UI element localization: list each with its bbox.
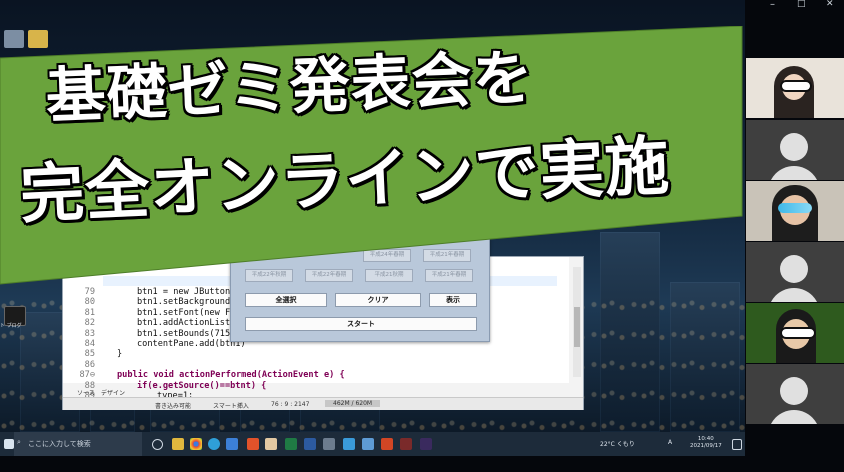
clock-date: 2021/09/17 — [690, 443, 722, 449]
app-icon[interactable] — [265, 438, 277, 450]
participant-tile-1[interactable] — [746, 58, 844, 118]
taskbar-clock[interactable]: 10:40 2021/09/17 — [690, 436, 722, 450]
participant-tile-3[interactable] — [746, 181, 844, 241]
line-number: 83 — [84, 328, 95, 339]
notification-icon[interactable] — [732, 439, 742, 450]
taskbar-search[interactable]: ⌕ ここに入力して検索 — [14, 432, 142, 456]
line-number: 86 — [84, 359, 95, 370]
code-line: public void actionPerformed(ActionEvent … — [117, 370, 345, 381]
select-all-button[interactable]: 全選択 — [245, 293, 327, 307]
sunglasses-icon — [778, 203, 812, 213]
line-number: 79 — [84, 287, 95, 297]
line-number: 84 — [84, 339, 95, 349]
line-number: 82 — [84, 318, 95, 329]
chrome-icon[interactable] — [190, 438, 202, 450]
line-number: 87⊖ — [79, 370, 95, 381]
avatar-icon — [780, 133, 808, 161]
file-explorer-icon[interactable] — [172, 438, 184, 450]
avatar-icon — [780, 255, 808, 283]
line-number: 85 — [84, 349, 95, 360]
edge-icon[interactable] — [208, 438, 220, 450]
language-indicator[interactable]: A — [668, 439, 672, 446]
line-number: 80 — [84, 297, 95, 308]
word-icon[interactable] — [304, 438, 316, 450]
taskbar: ⌕ ここに入力して検索 22°C くもり A 10:40 2021/09/17 — [0, 432, 745, 456]
app-icon-4[interactable] — [362, 438, 374, 450]
maximize-button[interactable]: □ — [797, 0, 806, 9]
status-bar: 書き込み可能 スマート挿入 76 : 9 : 2147 462M / 620M — [63, 397, 583, 410]
avatar-body — [768, 410, 820, 424]
weather-text[interactable]: 22°C くもり — [600, 439, 635, 448]
task-view-icon[interactable] — [152, 439, 163, 450]
glasses-icon — [780, 80, 812, 92]
participant-tile-2[interactable] — [746, 120, 844, 180]
desktop-icon-label: ト ブログ — [0, 323, 22, 329]
excel-icon[interactable] — [285, 438, 297, 450]
status-memory: 462M / 620M — [325, 400, 381, 407]
line-number: 81 — [84, 307, 95, 318]
office-icon[interactable] — [247, 438, 259, 450]
search-placeholder: ここに入力して検索 — [28, 440, 91, 448]
minimize-button[interactable]: – — [770, 0, 775, 10]
windows-start-icon[interactable] — [4, 439, 14, 449]
status-position: 76 : 9 : 2147 — [271, 401, 310, 408]
code-line: } — [117, 349, 123, 360]
powerpoint-icon[interactable] — [381, 438, 393, 450]
clear-button[interactable]: クリア — [335, 293, 421, 307]
headline-banner: 基礎ゼミ発表会を 完全オンラインで実施 — [0, 26, 745, 286]
editor-tabs: ソース デザイン — [63, 387, 583, 397]
mail-icon[interactable] — [226, 438, 238, 450]
app-icon-3[interactable] — [343, 438, 355, 450]
close-button[interactable]: ✕ — [826, 0, 834, 9]
tab-source[interactable]: ソース — [77, 388, 95, 397]
app-icon-5[interactable] — [400, 438, 412, 450]
avatar-body — [768, 288, 820, 302]
app-icon-2[interactable] — [323, 438, 335, 450]
start-button[interactable]: スタート — [245, 317, 477, 331]
avatar-icon — [780, 377, 808, 405]
status-insert: スマート挿入 — [213, 403, 249, 410]
avatar-body — [768, 166, 820, 180]
participant-tile-5[interactable] — [746, 303, 844, 363]
clock-time: 10:40 — [697, 436, 714, 442]
show-button[interactable]: 表示 — [429, 293, 477, 307]
eclipse-icon[interactable] — [420, 438, 432, 450]
glasses-icon — [780, 327, 816, 339]
participant-tile-6[interactable] — [746, 364, 844, 424]
participant-tile-4[interactable] — [746, 242, 844, 302]
tab-design[interactable]: デザイン — [101, 388, 125, 397]
search-icon: ⌕ — [17, 438, 21, 446]
status-writable: 書き込み可能 — [155, 403, 192, 410]
